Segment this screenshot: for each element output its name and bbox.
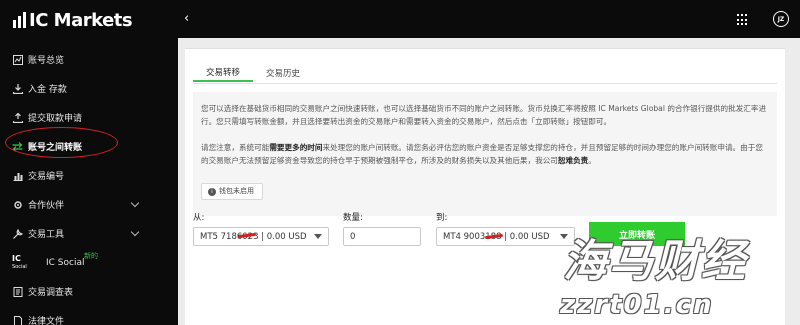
sidebar-item-ic-social[interactable]: IC Social IC Social 新的 (0, 248, 178, 277)
info-bold-text: 需要更多的时间 (269, 143, 323, 152)
amount-value: 0 (350, 231, 356, 242)
sidebar-item-trading-tools[interactable]: 交易工具 (0, 219, 178, 248)
tab-bar: 交易转移 交易历史 (193, 64, 313, 84)
upload-icon (12, 112, 23, 123)
logo-bars-icon (13, 12, 26, 28)
amount-label: 数量: (343, 213, 363, 223)
sidebar-item-account-overview[interactable]: 账号总览 (0, 45, 178, 74)
sidebar-item-label: 账号总览 (28, 56, 65, 66)
chart-icon (12, 54, 23, 65)
chevron-down-icon (130, 198, 140, 208)
amount-input[interactable]: 0 (343, 227, 421, 246)
download-icon (12, 83, 23, 94)
wallet-status-text: 钱包未启用 (219, 187, 254, 195)
dropdown-caret-icon (314, 234, 322, 239)
bar-chart-icon (12, 170, 23, 181)
transfer-card: 交易转移 交易历史 您可以选择在基础货币相同的交易账户之间快速转账，也可以选择基… (185, 48, 785, 325)
survey-icon (12, 286, 23, 297)
tab-transfer[interactable]: 交易转移 (193, 64, 254, 82)
document-icon (12, 315, 23, 325)
sidebar-item-deposit[interactable]: 入金 存款 (0, 74, 178, 103)
info-icon: i (208, 187, 216, 196)
ic-social-icon-title: IC (12, 254, 21, 263)
sidebar-item-label: IC Social (46, 257, 85, 268)
sidebar-item-trading-survey[interactable]: 交易调查表 (0, 277, 178, 306)
sidebar-item-internal-transfer[interactable]: 账号之间转账 (0, 132, 178, 161)
wallet-status-badge: i 钱包未启用 (201, 183, 263, 200)
sidebar-item-withdraw[interactable]: 提交取款申请 (0, 103, 178, 132)
from-account-select[interactable]: MT5 7186023 | 0.00 USD (193, 227, 329, 246)
tools-icon (12, 228, 23, 239)
gear-icon (12, 199, 23, 210)
dropdown-caret-icon (560, 234, 568, 239)
info-paragraph-2: 请您注意，系统可能需要更多的时间来处理您的账户间转账。请您务必评估您的账户资金是… (201, 141, 769, 167)
ic-social-icon: IC Social (12, 255, 27, 271)
info-paragraph-1: 您可以选择在基础货币相同的交易账户之间快速转账，也可以选择基础货币不同的账户之间… (201, 104, 767, 126)
sidebar-nav: 账号总览 入金 存款 提交取款申请 账号之间转账 交易编号 合作伙伴 交易工具 … (0, 45, 178, 325)
sidebar: IC Markets 账号总览 入金 存款 提交取款申请 账号之间转账 交易编号… (0, 0, 178, 325)
chevron-down-icon (130, 227, 140, 237)
logo-text: IC Markets (29, 9, 133, 31)
back-chevron-icon[interactable]: ‹ (184, 12, 196, 26)
apps-grid-icon[interactable] (737, 14, 749, 26)
sidebar-item-label: 提交取款申请 (28, 114, 83, 124)
to-account-select[interactable]: MT4 9003188 | 0.00 USD (436, 227, 575, 246)
to-label: 到: (436, 213, 448, 223)
sidebar-item-partners[interactable]: 合作伙伴 (0, 190, 178, 219)
new-badge: 新的 (84, 252, 98, 260)
sidebar-item-label: 交易编号 (28, 172, 65, 182)
info-bold-text: 恕难负责 (557, 156, 589, 165)
sidebar-item-label: 法律文件 (28, 317, 65, 325)
ic-markets-logo[interactable]: IC Markets (13, 9, 133, 31)
sidebar-item-label: 交易调查表 (28, 288, 74, 298)
sidebar-item-legal-documents[interactable]: 法律文件 (0, 306, 178, 325)
info-text: 请您注意，系统可能 (201, 143, 270, 152)
sidebar-item-label: 账号之间转账 (28, 143, 83, 153)
from-label: 从: (193, 213, 205, 223)
info-text: 。 (588, 156, 596, 165)
info-panel: 您可以选择在基础货币相同的交易账户之间快速转账，也可以选择基础货币不同的账户之间… (193, 92, 777, 216)
avatar[interactable]: JZ (773, 11, 789, 27)
transfer-now-button[interactable]: 立即转账 (589, 222, 685, 246)
sidebar-item-trading-accounts[interactable]: 交易编号 (0, 161, 178, 190)
sidebar-item-label: 入金 存款 (28, 85, 67, 95)
sidebar-item-label: 交易工具 (28, 230, 65, 240)
sidebar-item-label: 合作伙伴 (28, 201, 65, 211)
tab-transfer-history[interactable]: 交易历史 (253, 64, 313, 82)
top-bar: ‹ JZ (178, 0, 800, 38)
transfer-icon (12, 141, 23, 152)
ic-social-icon-caption: Social (12, 264, 27, 270)
tab-divider (193, 83, 777, 84)
